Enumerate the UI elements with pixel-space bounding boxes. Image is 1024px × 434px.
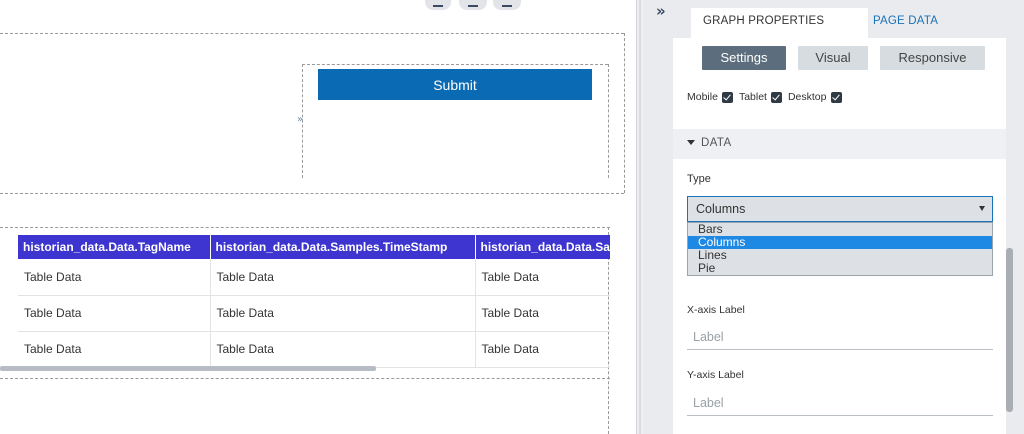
x-axis-label-input[interactable] [687,324,993,350]
responsive-tab-button[interactable]: Responsive [880,46,985,70]
data-section-header[interactable]: DATA [673,129,1006,159]
table-row[interactable]: Table Data Table Data Table Data [18,331,610,368]
settings-tab-button[interactable]: Settings [702,46,786,70]
type-option-pie[interactable]: Pie [688,262,992,275]
data-section-title: DATA [701,137,732,149]
desktop-checkbox[interactable] [830,91,842,103]
desktop-label: Desktop [787,91,827,103]
column-header[interactable]: historian_data.Data.Samples.TimeStamp [210,235,476,259]
table-cell: Table Data [18,331,211,368]
section-border [624,33,625,193]
table-cell: Table Data [475,259,610,296]
collapse-panel-icon[interactable]: » [656,2,666,20]
table-container: historian_data.Data.TagName historian_da… [0,0,610,434]
type-label: Type [687,173,711,185]
table-cell: Table Data [210,259,476,296]
type-select[interactable]: Columns [687,196,993,222]
device-visibility-row: Mobile Tablet Desktop [687,91,848,103]
table-cell: Table Data [475,331,610,368]
table-cell: Table Data [210,295,476,332]
app-root: Submit » historian_data.Data.TagName his… [0,0,1024,434]
mobile-label: Mobile [687,91,718,103]
y-axis-label-title: Y-axis Label [687,369,744,381]
visual-tab-button[interactable]: Visual [798,46,868,70]
settings-body: Settings Visual Responsive Mobile Tablet… [673,38,1006,434]
type-options-list: Bars Columns Lines Pie [687,222,993,276]
tablet-checkbox[interactable] [770,91,782,103]
table-horizontal-scrollbar[interactable] [0,366,376,371]
table-header-row: historian_data.Data.TagName historian_da… [18,235,610,259]
x-axis-label-title: X-axis Label [687,304,745,316]
table-cell: Table Data [210,331,476,368]
design-canvas: Submit » historian_data.Data.TagName his… [0,0,636,434]
column-header[interactable]: historian_data.Data.Samples.Value [475,235,610,259]
panel-splitter[interactable] [636,0,644,434]
table-cell: Table Data [475,295,610,332]
type-option-lines[interactable]: Lines [688,249,992,262]
y-axis-label-input[interactable] [687,390,993,416]
table-row[interactable]: Table Data Table Data Table Data [18,295,610,332]
caret-down-icon [687,140,695,145]
column-header[interactable]: historian_data.Data.TagName [18,235,211,259]
table-cell: Table Data [18,295,211,332]
type-option-columns[interactable]: Columns [688,236,992,249]
type-select-value: Columns [696,202,746,216]
panel-vertical-scrollbar[interactable] [1006,248,1013,412]
data-table[interactable]: historian_data.Data.TagName historian_da… [18,235,610,368]
mobile-checkbox[interactable] [721,91,733,103]
dropdown-arrow-icon [979,206,985,211]
table-row[interactable]: Table Data Table Data Table Data [18,259,610,296]
table-cell: Table Data [18,259,211,296]
tablet-label: Tablet [738,91,767,103]
tab-graph-properties[interactable]: GRAPH PROPERTIES [691,8,868,38]
tab-page-data[interactable]: PAGE DATA [873,8,938,38]
properties-panel: » GRAPH PROPERTIES PAGE DATA Settings Vi… [644,0,1024,434]
